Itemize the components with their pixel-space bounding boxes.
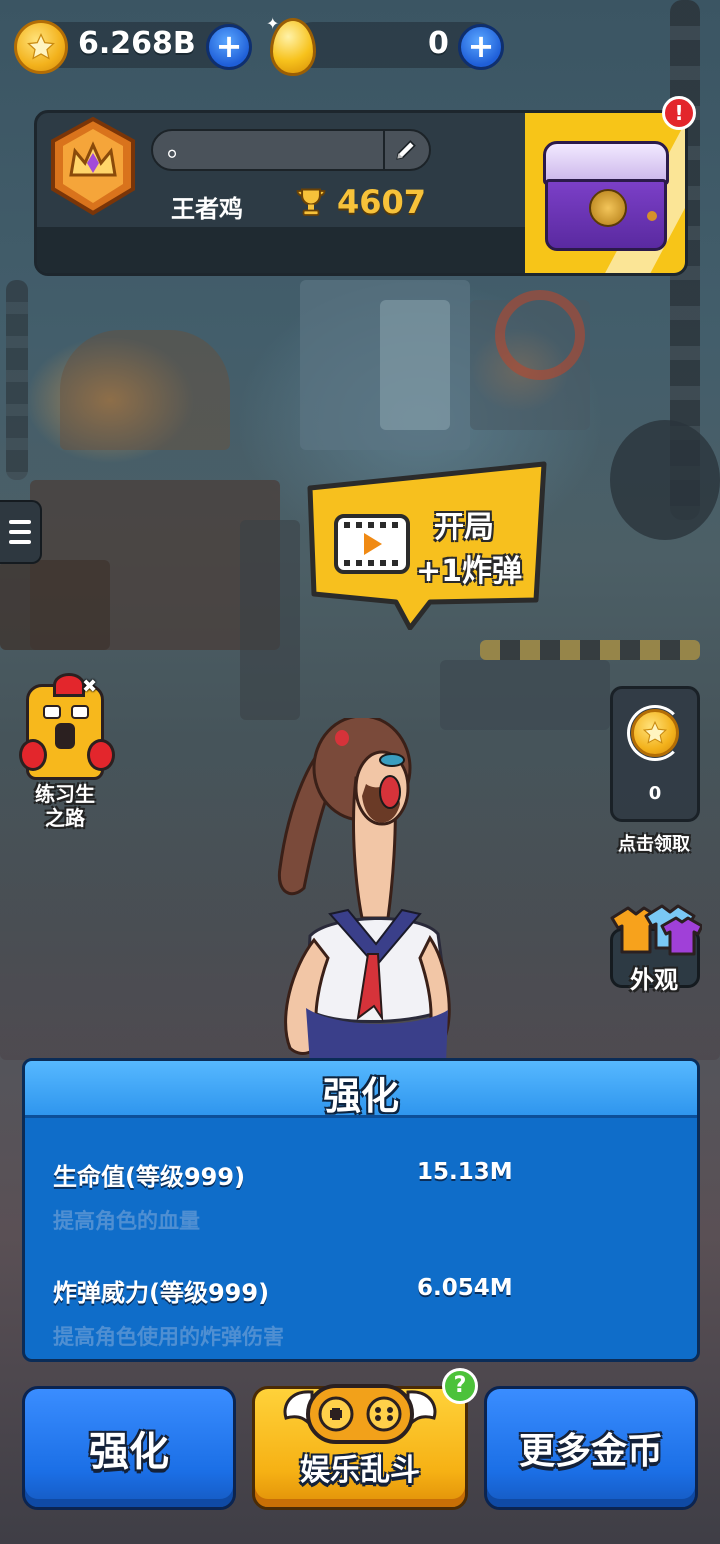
crown-badge-icon[interactable]: [49, 116, 137, 217]
rank-title: 王者鸡: [171, 195, 243, 223]
collect-label[interactable]: 点击领取: [604, 830, 704, 856]
notification-alert-icon: !: [662, 96, 696, 130]
sparkle-icon: ✦: [266, 14, 280, 33]
close-x-icon[interactable]: ✖: [82, 676, 97, 697]
more-coins-button[interactable]: 更多金币: [484, 1386, 698, 1510]
hamburger-menu-icon[interactable]: [0, 500, 42, 564]
start-bonus-ad-button[interactable]: 开局 +1炸弹: [300, 460, 552, 630]
trainee-road-label-2: 之路: [45, 806, 85, 830]
player-character: [270, 714, 470, 1064]
trophy-count: 4607: [337, 183, 427, 221]
egg-balance: 0: [428, 26, 449, 61]
idle-coin-collector[interactable]: 0: [610, 686, 700, 822]
outfit-button[interactable]: 外观: [606, 904, 704, 994]
upgrade-panel-title: 强化: [322, 1074, 399, 1118]
winged-gamepad-icon: [282, 1372, 438, 1452]
more-coins-label: 更多金币: [518, 1431, 663, 1472]
stat-description: 提高角色使用的炸弹伤害: [53, 1325, 284, 1349]
help-icon[interactable]: ?: [442, 1368, 478, 1404]
outfit-label: 外观: [630, 966, 678, 994]
promo-title: 开局: [434, 510, 494, 545]
promo-reward: +1炸弹: [416, 554, 523, 589]
upgrade-tab-label: 强化: [89, 1429, 169, 1475]
coin-balance: 6.268B: [78, 26, 196, 61]
shirts-icon: [606, 904, 704, 960]
chicken-mascot-icon: [19, 673, 115, 780]
collect-count: 0: [648, 783, 662, 804]
stat-label: 炸弹威力(等级999): [53, 1279, 270, 1307]
star-coin-icon: [631, 709, 679, 757]
stat-value: 6.054M: [417, 1275, 513, 1301]
stat-description: 提高角色的血量: [53, 1209, 200, 1233]
purple-chest-icon: [543, 141, 669, 253]
upgrade-panel: 强化 生命值(等级999) 15.13M 提高角色的血量 炸弹威力(等级999)…: [22, 1058, 700, 1362]
video-play-icon: [334, 514, 410, 574]
trophy-icon: [293, 185, 329, 225]
add-coins-button[interactable]: +: [206, 24, 252, 70]
star-coin-icon: [14, 20, 68, 74]
stat-value: 15.13M: [417, 1159, 513, 1185]
chest-button[interactable]: [525, 113, 685, 273]
player-profile-panel: 。 王者鸡 4607: [34, 110, 688, 276]
add-eggs-button[interactable]: +: [458, 24, 504, 70]
trainee-road-button[interactable]: ✖ 练习生 之路: [19, 673, 115, 830]
upgrade-tab-button[interactable]: 强化: [22, 1386, 236, 1510]
pencil-icon[interactable]: [383, 131, 427, 169]
stat-label: 生命值(等级999): [53, 1163, 246, 1191]
